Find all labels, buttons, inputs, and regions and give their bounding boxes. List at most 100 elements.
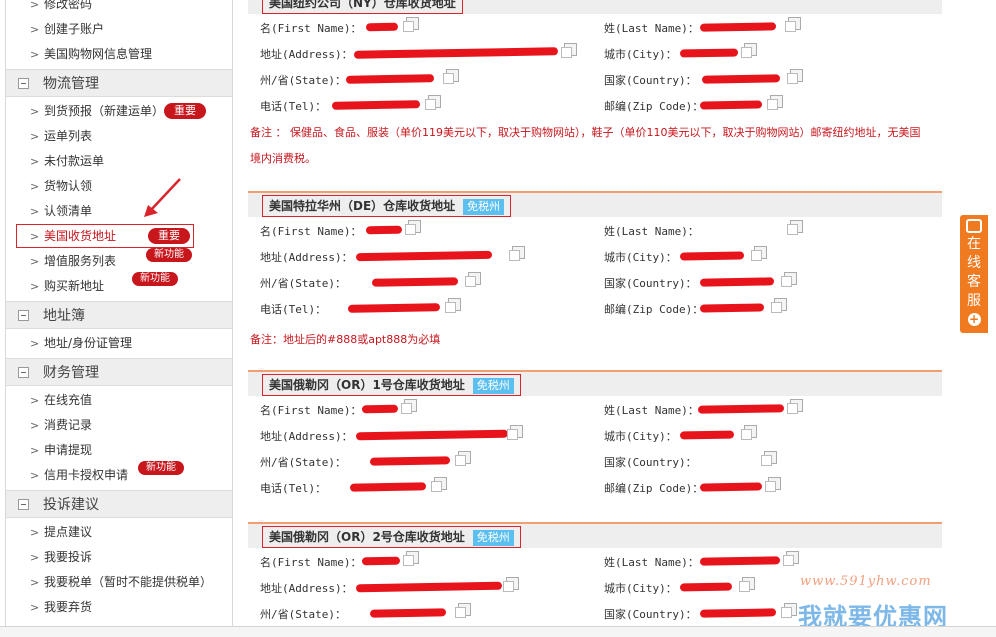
sidebar-item-address-id-management[interactable]: > 地址/身份证管理: [6, 331, 232, 356]
redacted-value: [699, 482, 763, 492]
copy-icon[interactable]: [741, 43, 757, 58]
sidebar-item-shopping-site-info[interactable]: > 美国购物网信息管理: [6, 42, 232, 67]
sidebar-item-waybill-list[interactable]: > 运单列表: [6, 124, 232, 149]
sidebar-item-credit-card-auth[interactable]: > 信用卡授权申请 新功能: [6, 461, 232, 488]
sidebar-item-spending-records[interactable]: > 消费记录: [6, 413, 232, 438]
redacted-value: [679, 48, 739, 58]
sidebar-item-abandon-goods[interactable]: > 我要弃货: [6, 595, 232, 620]
copy-icon[interactable]: [781, 272, 797, 287]
chat-bubble-icon: [966, 219, 982, 233]
sidebar-group-logistics[interactable]: 物流管理: [6, 69, 232, 97]
redacted-value: [699, 22, 777, 32]
copy-icon[interactable]: [761, 451, 777, 466]
copy-icon[interactable]: [403, 17, 419, 32]
section-title: 美国俄勒冈（OR）2号仓库收货地址 免税州: [262, 526, 521, 548]
copy-icon[interactable]: [431, 477, 447, 492]
online-service-button[interactable]: 在线客服 +: [960, 215, 988, 333]
copy-icon[interactable]: [739, 577, 755, 592]
collapse-icon: [18, 310, 29, 321]
chevron-right-icon: >: [30, 551, 40, 564]
address-panel: 美国纽约公司（NY）仓库收货地址 名(First Name)： 姓(Last N…: [248, 0, 942, 637]
chevron-right-icon: >: [30, 105, 40, 118]
copy-icon[interactable]: [767, 95, 783, 110]
copy-icon[interactable]: [787, 69, 803, 84]
section-note: 备注 ： 保健品、食品、服装（单价119美元以下，取决于购物网站），鞋子（单价1…: [250, 126, 921, 165]
tax-free-badge: 免税州: [472, 378, 514, 394]
important-badge: 重要: [148, 228, 190, 244]
chevron-right-icon: >: [30, 601, 40, 614]
copy-icon[interactable]: [561, 43, 577, 58]
copy-icon[interactable]: [425, 95, 441, 110]
chevron-right-icon: >: [30, 337, 40, 350]
redacted-value: [369, 608, 447, 618]
sidebar-item-claim-list[interactable]: > 认领清单: [6, 199, 232, 224]
tax-free-badge: 免税州: [472, 530, 514, 546]
redacted-value: [699, 608, 777, 618]
redacted-value: [699, 556, 781, 566]
chevron-right-icon: >: [30, 394, 40, 407]
sidebar: > 修改密码 > 创建子账户 > 美国购物网信息管理 物流管理 > 到货预报（新…: [5, 0, 233, 637]
important-badge: 重要: [164, 103, 206, 119]
copy-icon[interactable]: [465, 272, 481, 287]
copy-icon[interactable]: [503, 577, 519, 592]
annotation-arrow-icon: [144, 178, 181, 217]
chevron-right-icon: >: [30, 444, 40, 457]
sidebar-item-create-subaccount[interactable]: > 创建子账户: [6, 17, 232, 42]
copy-icon[interactable]: [401, 399, 417, 414]
chevron-right-icon: >: [30, 576, 40, 589]
copy-icon[interactable]: [751, 246, 767, 261]
redacted-value: [679, 582, 733, 592]
bottom-bar: [0, 626, 996, 637]
sidebar-item-value-added-services[interactable]: > 增值服务列表 新功能: [6, 248, 232, 274]
copy-icon[interactable]: [771, 298, 787, 313]
copy-icon[interactable]: [405, 220, 421, 235]
copy-icon[interactable]: [741, 425, 757, 440]
chevron-right-icon: >: [30, 23, 40, 36]
copy-icon[interactable]: [783, 551, 799, 566]
online-service-label: 在线客服: [967, 236, 981, 309]
copy-icon[interactable]: [509, 246, 525, 261]
copy-icon[interactable]: [403, 551, 419, 566]
sidebar-item-buy-new-address[interactable]: > 购买新地址 新功能: [6, 272, 232, 299]
chevron-right-icon: >: [30, 155, 40, 168]
copy-icon[interactable]: [765, 477, 781, 492]
sidebar-item-withdraw[interactable]: > 申请提现: [6, 438, 232, 463]
section-note: 备注：地址后的#888或apt888为必填: [250, 333, 441, 346]
warehouse-section-ny: 美国纽约公司（NY）仓库收货地址 名(First Name)： 姓(Last N…: [248, 0, 942, 174]
copy-icon[interactable]: [787, 220, 803, 235]
copy-icon[interactable]: [787, 399, 803, 414]
sidebar-item-change-password[interactable]: > 修改密码: [6, 0, 232, 17]
copy-icon[interactable]: [781, 603, 797, 618]
copy-icon[interactable]: [455, 451, 471, 466]
sidebar-item-complaint[interactable]: > 我要投诉: [6, 545, 232, 570]
sidebar-item-suggestion[interactable]: > 提点建议: [6, 520, 232, 545]
redacted-value: [365, 22, 399, 32]
sidebar-item-claim-goods[interactable]: > 货物认领: [6, 174, 232, 199]
redacted-value: [353, 47, 559, 59]
copy-icon[interactable]: [455, 603, 471, 618]
new-feature-badge: 新功能: [146, 248, 192, 262]
chevron-right-icon: >: [30, 469, 40, 482]
redacted-value: [349, 482, 427, 492]
redacted-value: [361, 404, 399, 414]
sidebar-item-tax-receipt[interactable]: > 我要税单（暂时不能提供税单）: [6, 570, 232, 595]
sidebar-item-unpaid-waybills[interactable]: > 未付款运单: [6, 149, 232, 174]
copy-icon[interactable]: [507, 425, 523, 440]
sidebar-group-finance[interactable]: 财务管理: [6, 358, 232, 386]
copy-icon[interactable]: [443, 69, 459, 84]
chevron-right-icon: >: [30, 130, 40, 143]
chevron-right-icon: >: [30, 419, 40, 432]
sidebar-item-arrival-forecast[interactable]: > 到货预报（新建运单） 重要: [6, 99, 232, 124]
redacted-value: [331, 100, 421, 110]
copy-icon[interactable]: [445, 298, 461, 313]
sidebar-item-online-recharge[interactable]: > 在线充值: [6, 388, 232, 413]
redacted-value: [361, 556, 401, 566]
sidebar-item-us-address[interactable]: > 美国收货地址 重要: [6, 224, 232, 249]
redacted-value: [369, 456, 451, 466]
sidebar-group-complaints[interactable]: 投诉建议: [6, 490, 232, 518]
section-header: 美国特拉华州（DE）仓库收货地址 免税州: [248, 191, 942, 217]
chevron-right-icon: >: [30, 180, 40, 193]
copy-icon[interactable]: [785, 17, 801, 32]
sidebar-group-address-book[interactable]: 地址簿: [6, 301, 232, 329]
section-header: 美国俄勒冈（OR）1号仓库收货地址 免税州: [248, 370, 942, 396]
